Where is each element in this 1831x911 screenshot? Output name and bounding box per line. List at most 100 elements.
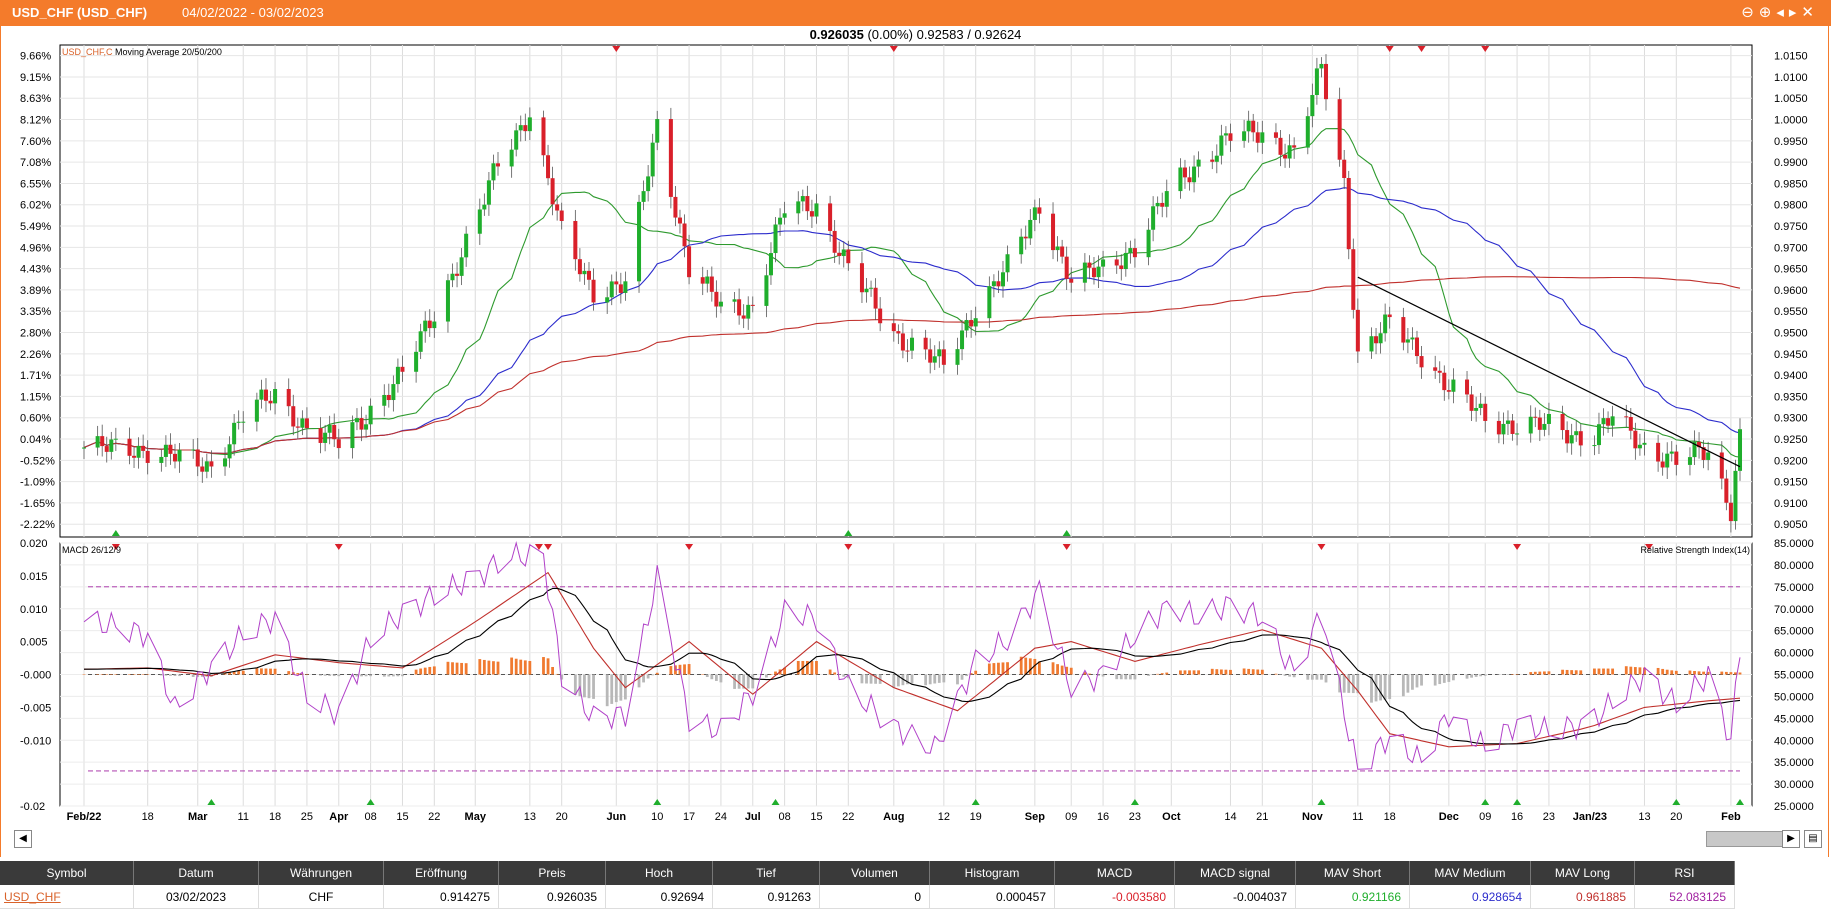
column-header[interactable]: MAV Medium (1410, 861, 1531, 885)
column-header[interactable]: Histogram (930, 861, 1055, 885)
candle (382, 394, 387, 406)
candle (400, 366, 405, 372)
y-tick-label-left: 2.26% (20, 349, 51, 361)
rsi-tick-label: 85.0000 (1774, 538, 1814, 550)
candle (1314, 68, 1319, 96)
candle (104, 446, 109, 452)
y-tick-label-left: 7.60% (20, 136, 51, 148)
column-header[interactable]: MACD (1055, 861, 1175, 885)
y-tick-label-left: 8.63% (20, 93, 51, 105)
table-cell: 0.914275 (384, 885, 499, 909)
candle (1000, 272, 1005, 287)
candle (559, 210, 564, 221)
horizontal-scrollbar[interactable]: ◀ ▶ ▤ (14, 830, 1822, 848)
chart-svg[interactable]: Feb/22 18 Mar 11 18 25 Apr 08 15 22 May 13 20 Jun 10 17… (0, 0, 1831, 828)
x-tick-label: Apr (329, 811, 349, 823)
x-tick-label: 13 (524, 811, 536, 823)
histogram-bar (733, 674, 736, 689)
histogram-bar (414, 669, 418, 675)
x-tick-label: Dec (1439, 811, 1459, 823)
x-tick-label: 23 (1543, 811, 1555, 823)
histogram-bar (1702, 671, 1706, 675)
histogram-bar (705, 674, 709, 678)
histogram-bar (369, 674, 373, 677)
candle (1255, 132, 1260, 143)
y-tick-label-right: 0.9400 (1774, 370, 1808, 382)
candle (1064, 256, 1069, 279)
histogram-bar (332, 674, 336, 677)
column-header[interactable]: Preis (499, 861, 606, 885)
rsi-tick-label: 35.0000 (1774, 757, 1814, 769)
histogram-bar (1633, 667, 1637, 675)
column-header[interactable]: MACD signal (1175, 861, 1296, 885)
candle (1310, 95, 1315, 117)
y-tick-label-left: -1.65% (20, 498, 55, 510)
candle (1528, 416, 1533, 434)
candle (646, 176, 651, 192)
column-header[interactable]: Hoch (606, 861, 713, 885)
symbol-link[interactable]: USD_CHF (0, 885, 134, 909)
histogram-bar (1606, 668, 1610, 675)
column-header[interactable]: Währungen (259, 861, 384, 885)
column-header[interactable]: Datum (134, 861, 259, 885)
histogram-bar (319, 674, 322, 676)
histogram-bar (892, 674, 896, 688)
x-tick-label: Feb/22 (67, 811, 102, 823)
candle (386, 394, 391, 401)
histogram-bar (942, 674, 946, 683)
histogram-bar (455, 662, 459, 675)
candle (1123, 252, 1128, 270)
histogram-bar (487, 660, 491, 675)
candle (1687, 457, 1692, 465)
candle (1132, 248, 1137, 258)
histogram-bar (842, 674, 846, 677)
scroll-left-button[interactable]: ◀ (14, 830, 32, 848)
candle (1305, 116, 1310, 148)
histogram-bar (141, 674, 145, 675)
y-tick-label-left: 9.15% (20, 72, 51, 84)
candle (969, 319, 974, 327)
histogram-bar (1342, 674, 1346, 693)
rsi-title: Relative Strength Index(14) (1640, 545, 1750, 555)
candle (295, 426, 300, 428)
candle (1665, 453, 1670, 468)
candle (254, 399, 259, 422)
column-header[interactable]: Volumen (820, 861, 930, 885)
candle (109, 439, 114, 452)
candle (1023, 236, 1028, 239)
scroll-thumb[interactable] (1706, 831, 1794, 847)
candle (300, 418, 305, 428)
scroll-right-button[interactable]: ▶ (1782, 830, 1800, 848)
column-header[interactable]: RSI (1635, 861, 1735, 885)
candle (932, 356, 937, 363)
histogram-bar (396, 674, 400, 677)
column-header[interactable]: Symbol (0, 861, 134, 885)
histogram-bar (746, 674, 750, 689)
candle (1474, 407, 1479, 411)
column-header[interactable]: Eröffnung (384, 861, 499, 885)
candle (1469, 394, 1474, 411)
x-tick-label: Feb (1721, 811, 1741, 823)
candle (1287, 145, 1292, 159)
save-icon[interactable]: ▤ (1804, 830, 1822, 848)
column-header[interactable]: MAV Long (1531, 861, 1635, 885)
rsi-tick-label: 75.0000 (1774, 582, 1814, 594)
rsi-tick-label: 80.0000 (1774, 560, 1814, 572)
candle (450, 273, 455, 281)
candle (327, 424, 332, 433)
column-header[interactable]: MAV Short (1296, 861, 1410, 885)
candle (928, 349, 933, 363)
candle (1051, 213, 1056, 251)
candle (1155, 202, 1160, 207)
candle (232, 422, 237, 445)
histogram-bar (423, 667, 427, 675)
candle (1146, 229, 1151, 258)
histogram-bar (751, 674, 755, 689)
column-header[interactable]: Tief (713, 861, 820, 885)
histogram-bar (610, 674, 614, 704)
candle (509, 149, 514, 167)
candle (800, 196, 805, 202)
x-tick-label: 20 (556, 811, 568, 823)
y-tick-label-right: 0.9850 (1774, 178, 1808, 190)
y-tick-label-right: 0.9600 (1774, 285, 1808, 297)
